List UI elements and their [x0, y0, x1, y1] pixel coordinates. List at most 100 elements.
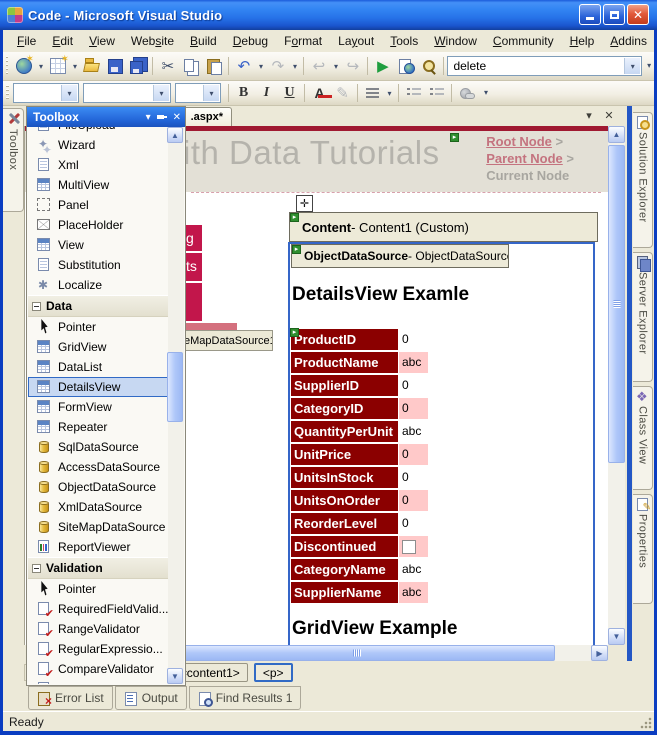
toolbar-save-all-button[interactable]	[126, 55, 149, 77]
toolbox-pin-icon[interactable]	[157, 112, 167, 122]
block-format-combo[interactable]: ▾	[13, 83, 79, 103]
toolbox-item-reportviewer[interactable]: ReportViewer	[28, 537, 168, 557]
toolbox-item-formview[interactable]: FormView	[28, 397, 168, 417]
designer-vertical-scrollbar[interactable]: ▲ ▼	[608, 126, 625, 645]
menu-item-build[interactable]: Build	[182, 32, 225, 50]
toolbox-item-objectdatasource[interactable]: ObjectDataSource	[28, 477, 168, 497]
move-handle-icon[interactable]: ✛	[296, 195, 313, 212]
toolbox-item-gridview[interactable]: GridView	[28, 337, 168, 357]
collapse-icon[interactable]	[32, 302, 41, 311]
font-name-combo[interactable]: ▾	[83, 83, 171, 103]
scroll-right-icon[interactable]: ▶	[591, 645, 608, 661]
sitemapdatasource-control[interactable]: eMapDataSource1	[181, 330, 273, 351]
toolbox-item-pointer[interactable]: Pointer	[28, 317, 168, 337]
toolbar-bold-button[interactable]: B	[232, 82, 255, 104]
toolbox-item-repeater[interactable]: Repeater	[28, 417, 168, 437]
toolbar-save-button[interactable]	[103, 55, 126, 77]
toolbox-item-panel[interactable]: Panel	[28, 195, 168, 215]
find-combo[interactable]: delete▾	[447, 56, 642, 76]
toolbox-item-datalist[interactable]: DataList	[28, 357, 168, 377]
detailsview-table[interactable]: ProductID0ProductNameabcSupplierID0Categ…	[291, 329, 431, 605]
toolbox-window-position-icon[interactable]: ▾	[146, 112, 151, 123]
bottom-tab-find-results[interactable]: Find Results 1	[189, 686, 302, 710]
toolbox-item-accessdatasource[interactable]: AccessDataSource	[28, 457, 168, 477]
toolbar-start-debugging-button[interactable]: ▶	[371, 55, 394, 77]
toolbar-view-in-browser-button[interactable]	[394, 55, 417, 77]
side-tab-properties[interactable]: Properties	[633, 494, 653, 604]
toolbox-scroll-thumb[interactable]	[167, 352, 183, 422]
menu-item-file[interactable]: File	[9, 32, 44, 50]
toolbox-item-wizard[interactable]: Wizard	[28, 135, 168, 155]
smart-tag-glyph[interactable]: ▸	[292, 245, 301, 254]
scroll-up-icon[interactable]: ▲	[608, 126, 625, 143]
toolbar-add-new-item-button[interactable]	[46, 55, 69, 77]
toolbox-item-view[interactable]: View	[28, 235, 168, 255]
toolbar-underline-button[interactable]: U	[278, 82, 301, 104]
menu-item-community[interactable]: Community	[485, 32, 562, 50]
toolbar-undo-button[interactable]: ↶	[232, 55, 255, 77]
toolbar-grip[interactable]	[6, 85, 9, 102]
scroll-down-icon[interactable]: ▼	[167, 668, 183, 684]
menu-item-debug[interactable]: Debug	[225, 32, 276, 50]
add-new-item-dropdown-icon[interactable]: ▾	[69, 55, 80, 77]
toolbar-cut-button[interactable]: ✂	[156, 55, 179, 77]
font-size-combo-dropdown-icon[interactable]: ▾	[203, 85, 219, 101]
discontinued-checkbox[interactable]	[402, 540, 416, 554]
designer-horizontal-scrollbar[interactable]: ▶	[158, 645, 608, 661]
scroll-down-icon[interactable]: ▼	[608, 628, 625, 645]
menu-item-layout[interactable]: Layout	[330, 32, 382, 50]
toolbar-italic-button[interactable]: I	[255, 82, 278, 104]
menu-item-tools[interactable]: Tools	[382, 32, 426, 50]
close-document-icon[interactable]: ✕	[601, 109, 617, 122]
toolbox-item-fileupload[interactable]: FileUpload	[28, 127, 168, 135]
font-size-combo[interactable]: ▾	[175, 83, 221, 103]
toolbar-open-file-button[interactable]	[80, 55, 103, 77]
vertical-scroll-thumb[interactable]	[608, 145, 625, 463]
smart-tag-glyph[interactable]: ▸	[450, 133, 459, 142]
toolbox-item-multiview[interactable]: MultiView	[28, 175, 168, 195]
toolbox-item-rangevalidator[interactable]: RangeValidator	[28, 619, 168, 639]
close-button[interactable]	[627, 4, 649, 25]
toolbox-item-detailsview[interactable]: DetailsView	[28, 377, 168, 397]
menu-item-format[interactable]: Format	[276, 32, 330, 50]
toolbox-item-sqldatasource[interactable]: SqlDataSource	[28, 437, 168, 457]
side-tab-solution-explorer[interactable]: Solution Explorer	[633, 112, 653, 248]
toolbox-item-comparevalidator[interactable]: CompareValidator	[28, 659, 168, 679]
toolbox-item-xmldatasource[interactable]: XmlDataSource	[28, 497, 168, 517]
side-tab-server-explorer[interactable]: Server Explorer	[633, 252, 653, 382]
toolbar-copy-button[interactable]	[179, 55, 202, 77]
toolbox-scrollbar[interactable]: ▲ ▼	[168, 127, 184, 684]
smart-tag-glyph[interactable]: ▸	[290, 213, 299, 222]
new-website-dropdown-icon[interactable]: ▾	[35, 55, 46, 77]
objectdatasource-control-header[interactable]: ObjectDataSource - ObjectDataSource1	[291, 244, 509, 268]
toolbar-foreground-color-button[interactable]: A	[308, 82, 331, 104]
bottom-tab-output[interactable]: Output	[115, 686, 187, 710]
toolbox-titlebar[interactable]: Toolbox ▾ ✕	[27, 107, 185, 127]
menu-item-website[interactable]: Website	[123, 32, 182, 50]
collapse-icon[interactable]	[32, 564, 41, 573]
tag-button-p[interactable]: <p>	[254, 663, 293, 682]
toolbox-item-xml[interactable]: Xml	[28, 155, 168, 175]
toolbar-find-in-files-button[interactable]	[417, 55, 440, 77]
bottom-tab-error-list[interactable]: Error List	[28, 686, 113, 710]
resize-grip[interactable]	[639, 716, 653, 730]
menu-item-window[interactable]: Window	[426, 32, 485, 50]
toolbar-paste-button[interactable]	[202, 55, 225, 77]
block-format-combo-dropdown-icon[interactable]: ▾	[61, 85, 77, 101]
breadcrumb-link[interactable]: Parent Node	[486, 151, 563, 166]
toolbox-item-requiredfieldvalid[interactable]: RequiredFieldValid...	[28, 599, 168, 619]
horizontal-scroll-thumb[interactable]	[159, 645, 555, 661]
toolbox-side-tab[interactable]: Toolbox	[3, 108, 24, 212]
toolbox-section-data[interactable]: Data	[28, 295, 168, 317]
toolbox-item-placeholder[interactable]: PlaceHolder	[28, 215, 168, 235]
content-control-header[interactable]: Content - Content1 (Custom)	[289, 212, 598, 242]
toolbar-options-icon[interactable]: ▾	[480, 83, 492, 103]
active-files-dropdown-icon[interactable]: ▾	[581, 109, 597, 122]
undo-dropdown-icon[interactable]: ▾	[255, 55, 266, 77]
toolbar-grip[interactable]	[6, 56, 8, 76]
find-combo-dropdown-icon[interactable]: ▾	[624, 58, 640, 74]
toolbar-options-icon[interactable]: ▾	[644, 56, 654, 76]
font-name-combo-dropdown-icon[interactable]: ▾	[153, 85, 169, 101]
toolbox-item-pointer[interactable]: Pointer	[28, 579, 168, 599]
toolbox-item-localize[interactable]: Localize	[28, 275, 168, 295]
